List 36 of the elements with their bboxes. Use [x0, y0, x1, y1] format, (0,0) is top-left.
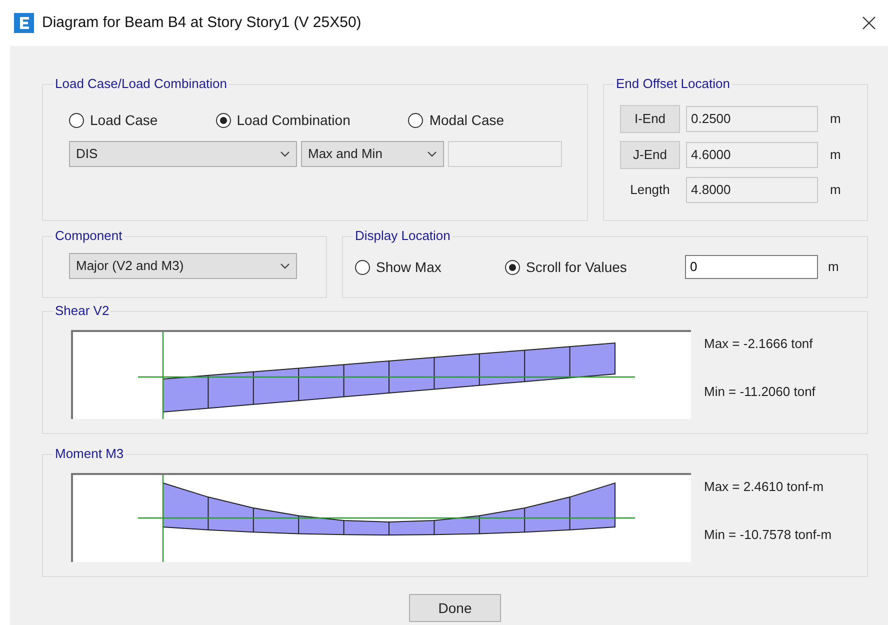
- caret-icon: [280, 263, 290, 269]
- caret-icon: [427, 151, 437, 157]
- value-field[interactable]: 0.2500: [686, 106, 818, 132]
- end-button[interactable]: I-End: [620, 105, 680, 133]
- min-value: Min = -10.7578 tonf-m: [704, 526, 832, 544]
- radio-label[interactable]: Modal Case: [429, 110, 504, 131]
- radio-button[interactable]: [69, 113, 84, 128]
- max-value: Max = -2.1666 tonf: [704, 335, 814, 353]
- dropdown[interactable]: DIS: [69, 141, 297, 167]
- window-title: Diagram for Beam B4 at Story Story1 (V 25X50): [42, 12, 362, 33]
- radio-button[interactable]: [216, 113, 231, 128]
- end-button[interactable]: J-End: [620, 141, 680, 169]
- value-field[interactable]: 4.6000: [686, 142, 818, 168]
- unit-label: m: [828, 258, 839, 276]
- input-field[interactable]: [448, 141, 562, 167]
- value-field[interactable]: 4.8000: [686, 177, 818, 203]
- field-label: Length: [629, 181, 671, 200]
- unit-label: m: [830, 146, 841, 164]
- min-value: Min = -11.2060 tonf: [704, 382, 816, 400]
- radio-button[interactable]: [408, 113, 424, 128]
- radio-button[interactable]: [355, 260, 370, 274]
- input-field[interactable]: 0: [685, 255, 818, 279]
- done-button[interactable]: Done: [409, 594, 501, 622]
- radio-label[interactable]: Load Case: [90, 110, 158, 131]
- radio-label[interactable]: Scroll for Values: [526, 256, 627, 278]
- max-value: Max = 2.4610 tonf-m: [704, 478, 825, 496]
- radio-label[interactable]: Show Max: [376, 256, 442, 278]
- dropdown[interactable]: Max and Min: [301, 141, 444, 167]
- radio-button[interactable]: [505, 260, 520, 274]
- unit-label: m: [830, 181, 841, 200]
- radio-label[interactable]: Load Combination: [236, 110, 350, 131]
- unit-label: m: [830, 110, 841, 128]
- dropdown[interactable]: Major (V2 and M3): [69, 253, 297, 279]
- caret-icon: [280, 151, 290, 157]
- close-icon[interactable]: [862, 16, 876, 30]
- app-logo-icon: [14, 13, 34, 33]
